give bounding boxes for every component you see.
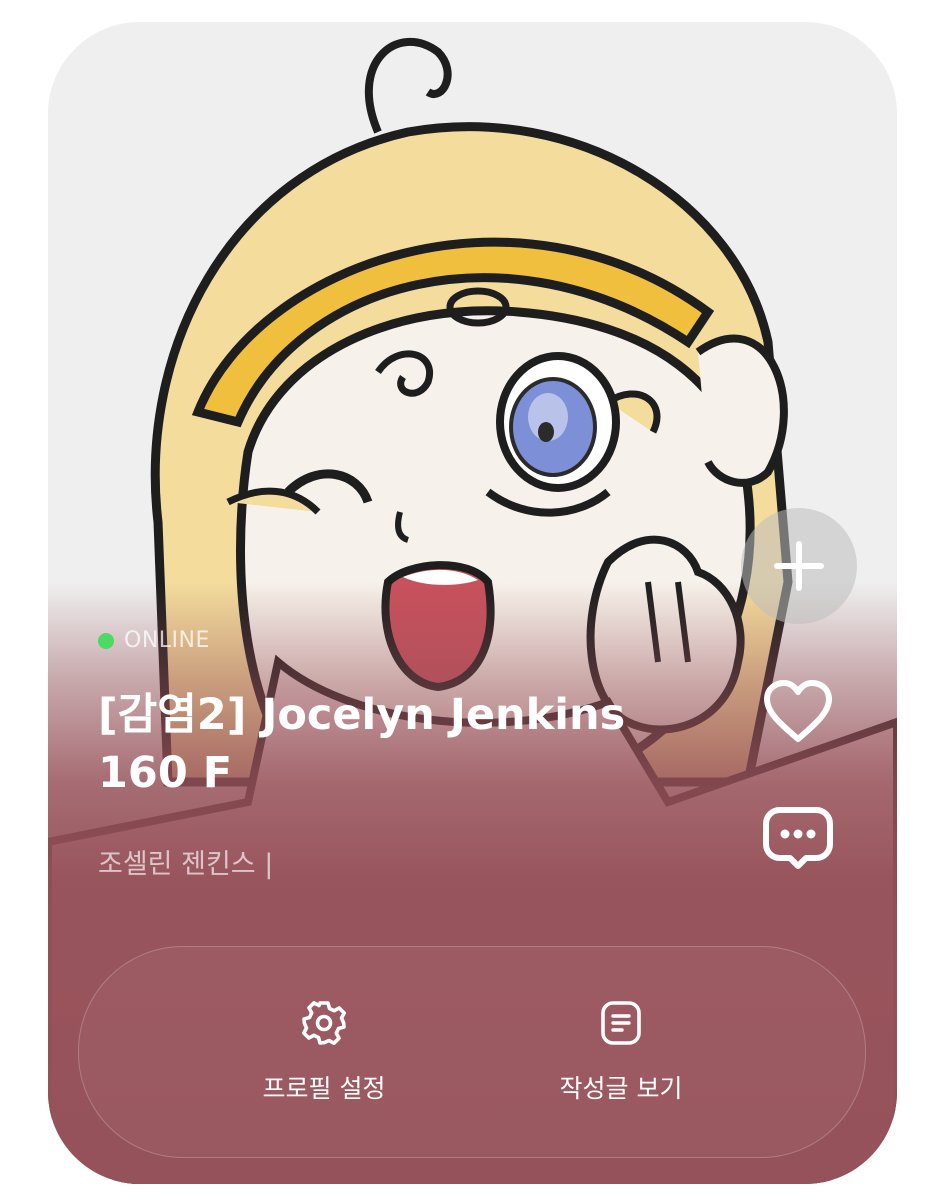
profile-actions-bar: 프로필 설정 작성글 보기 — [78, 946, 866, 1158]
chat-bubble-icon — [763, 807, 833, 869]
online-status: ONLINE — [98, 628, 210, 653]
profile-settings-label: 프로필 설정 — [262, 1074, 386, 1103]
like-button[interactable] — [760, 674, 836, 750]
profile-settings-button[interactable]: 프로필 설정 — [194, 947, 454, 1157]
profile-card: ONLINE [감염2] Jocelyn Jenkins 160 F 조셀린 젠… — [48, 22, 897, 1184]
add-button[interactable] — [741, 508, 857, 624]
gear-icon — [302, 1001, 346, 1045]
profile-name: [감염2] Jocelyn Jenkins 160 F — [98, 690, 626, 798]
heart-icon — [764, 680, 832, 742]
view-posts-button[interactable]: 작성글 보기 — [491, 947, 751, 1157]
chat-button[interactable] — [760, 800, 836, 876]
view-posts-label: 작성글 보기 — [559, 1074, 683, 1103]
online-dot-icon — [98, 632, 114, 649]
status-label: ONLINE — [124, 628, 210, 653]
profile-subname: 조셀린 젠킨스 | — [98, 849, 274, 880]
document-icon — [601, 1001, 641, 1045]
plus-icon — [774, 541, 824, 591]
